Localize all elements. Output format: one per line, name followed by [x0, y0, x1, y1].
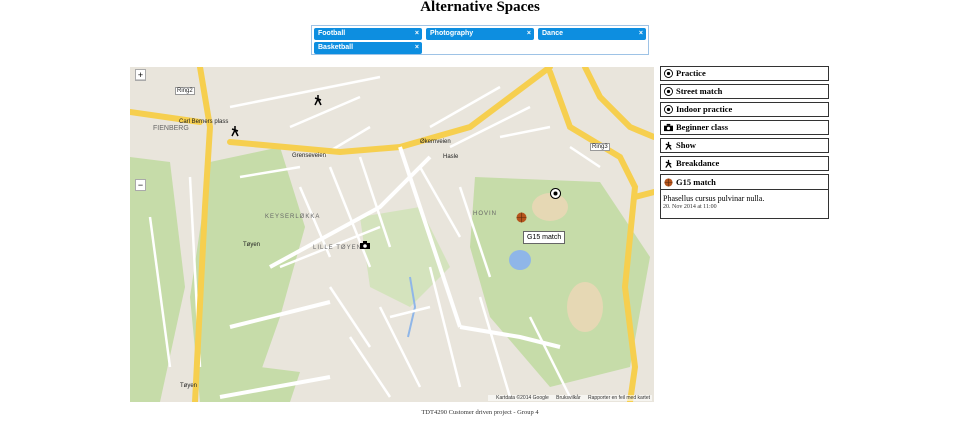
dancer-icon — [665, 159, 672, 168]
map-view[interactable]: + − Carl Berners plass FIENBERG Hasle KE… — [130, 67, 654, 402]
camera-marker-icon[interactable] — [360, 241, 370, 249]
tag-label: Photography — [430, 30, 474, 37]
basketball-icon — [664, 177, 673, 187]
remove-tag-icon[interactable]: × — [415, 42, 419, 54]
tag-label: Football — [318, 30, 346, 37]
map-report-link[interactable]: Rapporter en feil med kartet — [588, 395, 650, 401]
category-label: G15 match — [676, 176, 716, 187]
tag-label: Basketball — [318, 44, 354, 51]
remove-tag-icon[interactable]: × — [415, 28, 419, 40]
map-attribution: Kartdata ©2014 Google Bruksvilkår Rappor… — [488, 395, 652, 401]
event-details: Phasellus cursus pulvinar nulla. 20. Nov… — [661, 190, 828, 211]
basketball-marker-icon[interactable] — [516, 212, 527, 223]
zoom-out-button[interactable]: − — [136, 180, 145, 190]
map-label-fienberg: FIENBERG — [153, 125, 189, 132]
tag-label: Dance — [542, 30, 564, 37]
map-label-hovin: HOVIN — [473, 211, 498, 217]
soccer-ball-marker-icon[interactable] — [550, 188, 561, 199]
map-label-hasle: Hasle — [443, 154, 459, 160]
tag-photography: Photography × — [426, 28, 534, 40]
dancer-marker-icon[interactable] — [230, 125, 240, 137]
zoom-in-button[interactable]: + — [136, 70, 145, 80]
event-description: Phasellus cursus pulvinar nulla. — [663, 194, 765, 203]
category-practice[interactable]: Practice — [660, 66, 829, 81]
tag-filter-input[interactable]: Football × Photography × Dance × Basketb… — [311, 25, 649, 55]
map-label-toyen: Tøyen — [243, 242, 261, 248]
soccer-ball-icon — [664, 69, 673, 78]
event-date: 20. Nov 2014 at 11:00 — [663, 204, 717, 210]
map-label-ring3: Ring3 — [590, 143, 610, 151]
page-title: Alternative Spaces — [420, 0, 540, 15]
category-street-match[interactable]: Street match — [660, 84, 829, 99]
map-label-grenseveien: Grenseveien — [292, 153, 327, 159]
map-label-ring2: Ring2 — [175, 87, 195, 95]
map-label-keyserlokka: KEYSERLØKKA — [265, 214, 321, 220]
category-beginner-class[interactable]: Beginner class — [660, 120, 829, 135]
map-label-lille-toyen: LILLE TØYEN — [313, 245, 362, 251]
remove-tag-icon[interactable]: × — [527, 28, 531, 40]
category-header[interactable]: G15 match — [661, 175, 828, 190]
category-list: Practice Street match Indoor practice Be… — [660, 66, 829, 222]
category-g15-match[interactable]: G15 match Phasellus cursus pulvinar null… — [660, 174, 829, 219]
category-label: Practice — [676, 68, 706, 78]
soccer-ball-icon — [664, 105, 673, 114]
category-show[interactable]: Show — [660, 138, 829, 153]
map-tiles — [130, 67, 654, 402]
dancer-marker-icon[interactable] — [313, 94, 323, 106]
remove-tag-icon[interactable]: × — [639, 28, 643, 40]
category-indoor-practice[interactable]: Indoor practice — [660, 102, 829, 117]
dancer-icon — [665, 141, 672, 150]
zoom-in-control[interactable]: + — [135, 69, 146, 81]
map-label-toyen-station: Tøyen — [180, 383, 198, 389]
category-label: Beginner class — [676, 122, 729, 132]
map-marker-tooltip: G15 match — [523, 231, 566, 244]
tag-dance: Dance × — [538, 28, 646, 40]
map-terms-link[interactable]: Bruksvilkår — [556, 395, 580, 401]
soccer-ball-icon — [664, 87, 673, 96]
category-breakdance[interactable]: Breakdance — [660, 156, 829, 171]
category-label: Street match — [676, 86, 723, 96]
page-footer: TDT4290 Customer driven project - Group … — [421, 409, 539, 416]
map-label-okernveien: Økernveien — [420, 139, 451, 145]
tag-basketball: Basketball × — [314, 42, 422, 54]
camera-icon — [664, 123, 673, 132]
category-label: Show — [676, 140, 696, 150]
category-label: Breakdance — [676, 158, 720, 168]
category-label: Indoor practice — [676, 104, 733, 114]
zoom-out-control[interactable]: − — [135, 179, 146, 191]
tag-football: Football × — [314, 28, 422, 40]
map-attribution-text: Kartdata ©2014 Google — [496, 395, 549, 401]
